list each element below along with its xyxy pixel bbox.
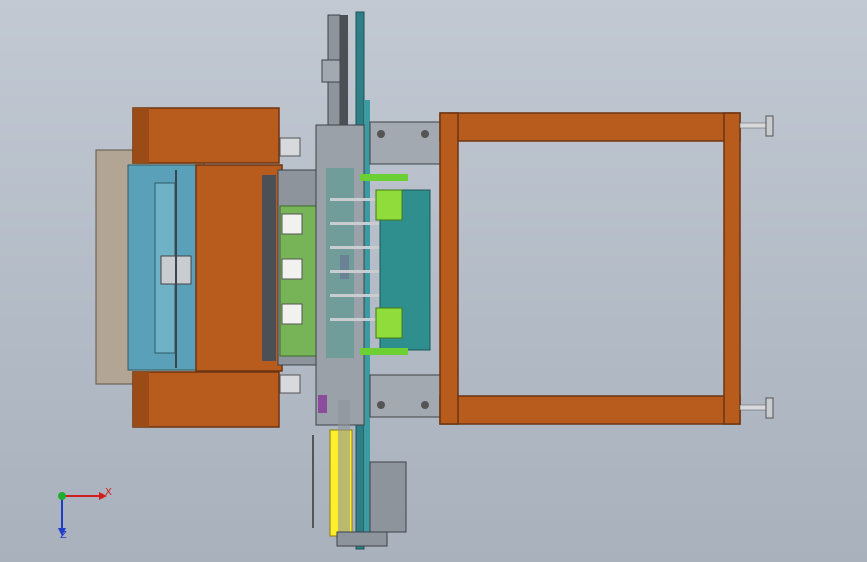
top-column-clamp bbox=[321, 59, 341, 83]
purple-part-bottom bbox=[318, 395, 327, 413]
bottom-motor-flange bbox=[336, 531, 388, 547]
top-dark-column bbox=[340, 15, 348, 140]
white-block-1 bbox=[281, 213, 303, 235]
center-teal-stripe bbox=[326, 168, 354, 358]
green-bar-top bbox=[360, 174, 408, 181]
bottom-left-orange-block bbox=[132, 371, 280, 428]
bottom-pin bbox=[279, 374, 301, 394]
cad-viewport[interactable]: X Z bbox=[0, 0, 867, 562]
top-pin bbox=[279, 137, 301, 157]
left-comb-strip bbox=[262, 175, 276, 361]
green-bar-bottom bbox=[360, 348, 408, 355]
cad-assembly-top-view[interactable] bbox=[0, 0, 867, 562]
bottom-left-orange-block-face bbox=[133, 372, 149, 427]
orientation-triad[interactable] bbox=[44, 478, 124, 548]
right-frame-bottom-bar bbox=[439, 395, 741, 425]
shaft-5 bbox=[330, 294, 382, 297]
top-left-orange-block-face bbox=[133, 108, 149, 163]
lower-bracket-hole-right bbox=[421, 401, 429, 409]
z-axis-label: Z bbox=[60, 530, 67, 541]
upper-bracket-hole-right bbox=[421, 130, 429, 138]
green-cylinder-top bbox=[375, 189, 403, 221]
bottom-motor-block bbox=[369, 461, 407, 533]
shaft-3 bbox=[330, 246, 382, 249]
upper-bracket-hole-left bbox=[377, 130, 385, 138]
white-block-2 bbox=[281, 258, 303, 280]
lower-bracket bbox=[369, 374, 441, 418]
right-frame-window bbox=[457, 140, 725, 397]
top-left-orange-block bbox=[132, 107, 280, 164]
shaft-1 bbox=[330, 198, 382, 201]
upper-bracket bbox=[369, 121, 441, 165]
y-axis-dot bbox=[58, 492, 66, 500]
right-frame-top-bar bbox=[439, 112, 741, 142]
right-knob-top bbox=[765, 115, 774, 137]
lower-bracket-hole-left bbox=[377, 401, 385, 409]
shaft-4 bbox=[330, 270, 382, 273]
right-frame-left-bar bbox=[439, 112, 459, 425]
white-block-3 bbox=[281, 303, 303, 325]
bottom-gray-column bbox=[338, 400, 350, 540]
x-axis-label: X bbox=[105, 487, 112, 498]
shaft-2 bbox=[330, 222, 382, 225]
right-knob-bottom bbox=[765, 397, 774, 419]
shaft-6 bbox=[330, 318, 382, 321]
right-frame-right-bar bbox=[723, 112, 741, 425]
green-cylinder-bottom bbox=[375, 307, 403, 339]
